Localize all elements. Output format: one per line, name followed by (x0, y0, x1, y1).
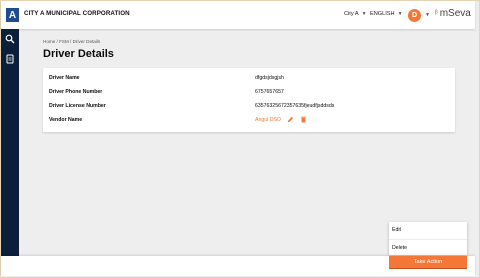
detail-value: 6357632567235763​5fjeudfjsddsds (255, 103, 335, 109)
chevron-down-icon: ▼ (361, 11, 367, 17)
page-title: Driver Details (43, 48, 114, 60)
corporation-name: CITY A MUNICIPAL CORPORATION (24, 10, 130, 17)
menu-item-delete[interactable]: Delete (392, 245, 407, 251)
document-icon[interactable] (5, 54, 15, 64)
delete-icon[interactable] (300, 116, 307, 123)
top-header: A CITY A MUNICIPAL CORPORATION City A ▼ … (1, 1, 475, 29)
avatar[interactable]: D (408, 9, 421, 22)
language-dropdown[interactable]: ENGLISH ▼ (370, 11, 403, 17)
city-logo: A (6, 8, 19, 22)
detail-label: Vendor Name (49, 117, 83, 123)
detail-value: 6757657657 (255, 89, 284, 95)
action-menu: Edit Delete (389, 222, 467, 255)
mseva-logo: ᵝ mSeva (435, 8, 471, 19)
menu-divider (389, 239, 467, 240)
vendor-link[interactable]: Angul DSO (255, 117, 281, 123)
breadcrumb[interactable]: Home / FSM / Driver Details (43, 39, 100, 44)
detail-label: Driver License Number (49, 103, 106, 109)
detail-value: dfgdsjdsgjsh (255, 75, 284, 81)
menu-item-edit[interactable]: Edit (392, 227, 401, 233)
edit-icon[interactable] (287, 116, 294, 123)
language-dropdown-label: ENGLISH (370, 11, 395, 17)
city-dropdown[interactable]: City A ▼ (344, 11, 367, 17)
city-dropdown-label: City A (344, 11, 359, 17)
app-window: A CITY A MUNICIPAL CORPORATION City A ▼ … (0, 0, 480, 278)
driver-details-card: Driver Name dfgdsjdsgjsh Driver Phone Nu… (43, 68, 455, 132)
sidebar (1, 29, 19, 259)
chevron-down-icon[interactable]: ▼ (425, 12, 430, 18)
detail-label: Driver Name (49, 75, 80, 81)
detail-label: Driver Phone Number (49, 89, 103, 95)
mseva-text: mSeva (439, 8, 471, 19)
mseva-mark-icon: ᵝ (435, 10, 438, 17)
search-icon[interactable] (5, 34, 15, 44)
chevron-down-icon: ▼ (397, 11, 403, 17)
take-action-button[interactable]: Take Action (389, 256, 467, 269)
